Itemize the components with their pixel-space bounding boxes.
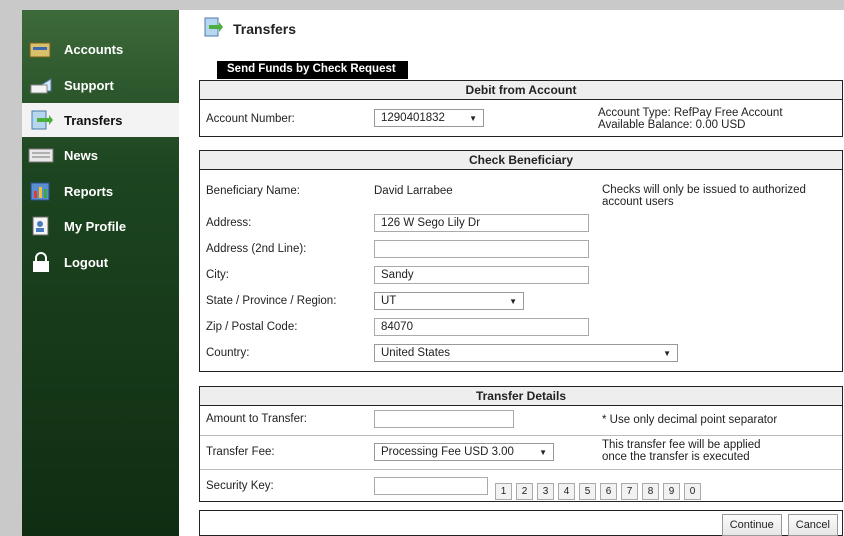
transfer-heading: Transfer Details — [200, 387, 842, 406]
keypad-key-6[interactable]: 6 — [600, 483, 617, 500]
divider — [200, 469, 842, 470]
keypad-key-8[interactable]: 8 — [642, 483, 659, 500]
zip-label: Zip / Postal Code: — [206, 321, 298, 333]
sidebar-item-label: My Profile — [64, 218, 127, 234]
fee-note-1: This transfer fee will be applied — [602, 439, 761, 451]
sidebar-item-label: Reports — [64, 183, 114, 199]
state-label: State / Province / Region: — [206, 295, 337, 307]
sidebar-item-transfers[interactable]: Transfers — [22, 103, 179, 137]
keypad-key-4[interactable]: 4 — [558, 483, 575, 500]
account-number-value: 1290401832 — [381, 112, 445, 124]
address2-label: Address (2nd Line): — [206, 243, 307, 255]
sidebar-item-news[interactable]: News — [22, 138, 179, 172]
sidebar: Accounts Support Transfers News Reports … — [22, 10, 179, 536]
available-balance: Available Balance: 0.00 USD — [598, 119, 746, 131]
keypad-key-3[interactable]: 3 — [537, 483, 554, 500]
city-field[interactable]: Sandy — [374, 266, 589, 284]
chevron-down-icon: ▼ — [663, 348, 671, 358]
sidebar-item-label: Support — [64, 77, 114, 93]
divider — [200, 435, 842, 436]
chevron-down-icon: ▼ — [509, 296, 517, 306]
action-buttons: Continue Cancel — [721, 514, 838, 536]
beneficiary-name-label: Beneficiary Name: — [206, 185, 300, 197]
state-select[interactable]: UT ▼ — [374, 292, 524, 310]
country-value: United States — [381, 347, 451, 359]
keypad-key-0[interactable]: 0 — [684, 483, 701, 500]
transfer-panel: Transfer Details Amount to Transfer: * U… — [199, 386, 843, 502]
fee-label: Transfer Fee: — [206, 446, 275, 458]
main-content: Transfers Send Funds by Check Request De… — [179, 10, 844, 536]
reports-icon — [28, 180, 54, 202]
account-type: Account Type: RefPay Free Account — [598, 107, 783, 119]
profile-icon — [28, 215, 54, 237]
transfers-icon — [28, 109, 54, 131]
fee-select[interactable]: Processing Fee USD 3.00 ▼ — [374, 443, 554, 461]
sidebar-item-label: News — [64, 147, 98, 163]
sidebar-item-label: Accounts — [64, 41, 124, 57]
beneficiary-name-value: David Larrabee — [374, 185, 453, 197]
continue-button[interactable]: Continue — [721, 514, 782, 536]
state-value: UT — [381, 295, 397, 307]
sidebar-item-accounts[interactable]: Accounts — [22, 32, 179, 66]
debit-heading: Debit from Account — [200, 81, 842, 100]
beneficiary-heading: Check Beneficiary — [200, 151, 842, 170]
keypad-key-7[interactable]: 7 — [621, 483, 638, 500]
address2-field[interactable] — [374, 240, 589, 258]
beneficiary-note: Checks will only be issued to authorized… — [602, 184, 806, 208]
sidebar-item-label: Transfers — [64, 112, 123, 128]
page-title: Transfers — [233, 20, 297, 37]
sidebar-item-label: Logout — [64, 254, 109, 270]
account-number-select[interactable]: 1290401832 ▼ — [374, 109, 484, 127]
keypad-key-1[interactable]: 1 — [495, 483, 512, 500]
sidebar-item-logout[interactable]: Logout — [22, 245, 179, 279]
keypad-key-9[interactable]: 9 — [663, 483, 680, 500]
security-key-label: Security Key: — [206, 480, 274, 492]
beneficiary-panel: Check Beneficiary Beneficiary Name: Davi… — [199, 150, 843, 372]
tab-send-funds-by-check[interactable]: Send Funds by Check Request — [217, 61, 408, 79]
address-label: Address: — [206, 217, 252, 229]
address-field[interactable]: 126 W Sego Lily Dr — [374, 214, 589, 232]
accounts-icon — [28, 38, 54, 60]
keypad-key-5[interactable]: 5 — [579, 483, 596, 500]
chevron-down-icon: ▼ — [539, 447, 547, 457]
sidebar-item-support[interactable]: Support — [22, 68, 179, 102]
amount-note: * Use only decimal point separator — [602, 414, 778, 426]
lock-icon — [28, 251, 54, 273]
country-select[interactable]: United States ▼ — [374, 344, 678, 362]
support-icon — [28, 74, 54, 96]
fee-note-2: once the transfer is executed — [602, 451, 750, 463]
actions-bar: Continue Cancel — [199, 510, 843, 536]
cancel-button[interactable]: Cancel — [787, 514, 838, 536]
zip-field[interactable]: 84070 — [374, 318, 589, 336]
amount-label: Amount to Transfer: — [206, 413, 307, 425]
debit-panel: Debit from Account Account Number: 12904… — [199, 80, 843, 137]
transfers-icon — [203, 16, 223, 41]
news-icon — [28, 144, 54, 166]
fee-value: Processing Fee USD 3.00 — [381, 446, 514, 458]
country-label: Country: — [206, 347, 250, 359]
sidebar-item-reports[interactable]: Reports — [22, 174, 179, 208]
security-key-field[interactable] — [374, 477, 488, 495]
city-label: City: — [206, 269, 229, 281]
account-number-label: Account Number: — [206, 113, 295, 125]
keypad-key-2[interactable]: 2 — [516, 483, 533, 500]
amount-field[interactable] — [374, 410, 514, 428]
sidebar-item-my-profile[interactable]: My Profile — [22, 209, 179, 243]
security-keypad: 1 2 3 4 5 6 7 8 9 0 — [495, 483, 701, 500]
page-header: Transfers — [203, 16, 296, 41]
chevron-down-icon: ▼ — [469, 113, 477, 123]
